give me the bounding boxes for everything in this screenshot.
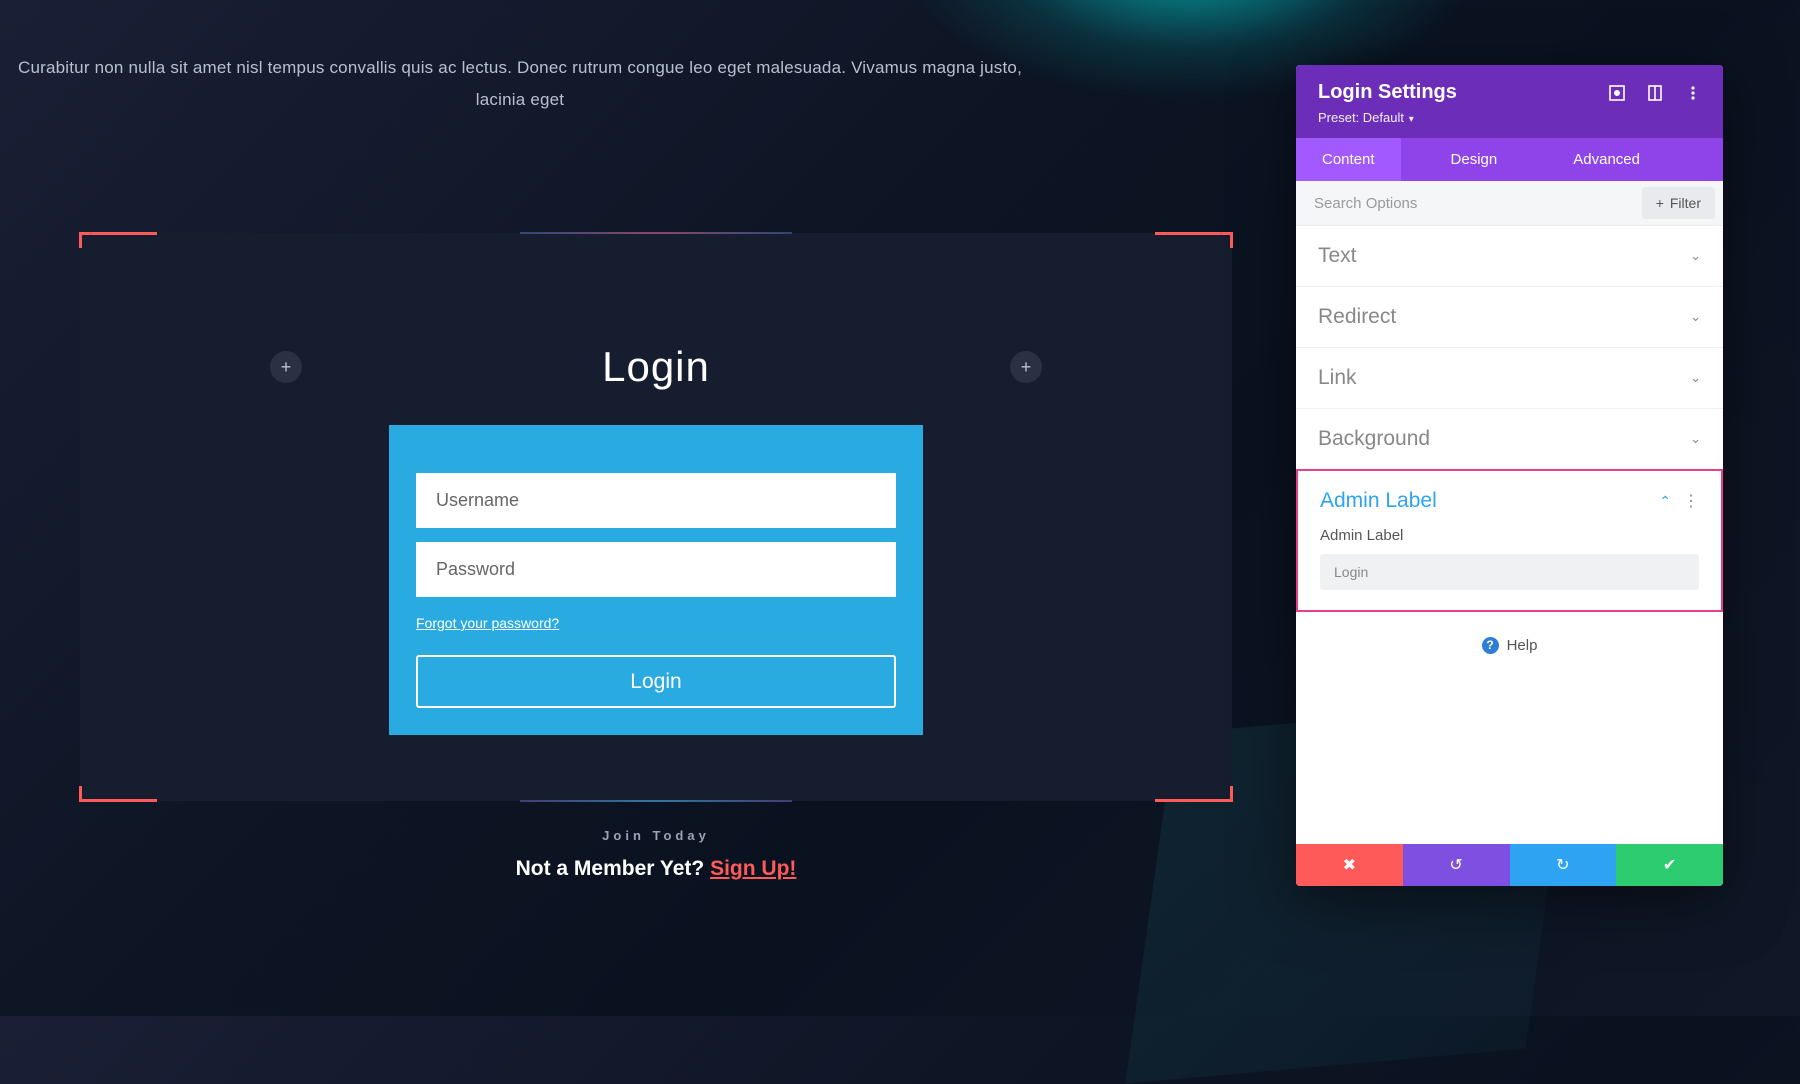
preset-dropdown[interactable]: Preset: Default ▾ (1318, 110, 1701, 125)
admin-label-body: Admin Label (1298, 527, 1721, 610)
selection-edge-bottom (520, 800, 792, 802)
join-eyebrow: Join Today (0, 828, 1312, 843)
expand-icon[interactable] (1647, 85, 1663, 101)
signup-link[interactable]: Sign Up! (710, 857, 796, 880)
add-module-left-button[interactable]: + (270, 351, 302, 383)
redo-icon: ↻ (1556, 855, 1569, 875)
panel-tabs: Content Design Advanced (1296, 138, 1723, 181)
selection-corner-bl (79, 799, 157, 802)
accordion-admin-label: Admin Label ⌃ ⋮ Admin Label (1296, 469, 1723, 612)
tab-design[interactable]: Design (1425, 138, 1524, 181)
search-row: + Filter (1296, 181, 1723, 226)
admin-label-input[interactable] (1320, 554, 1699, 590)
below-login-cta: Join Today Not a Member Yet? Sign Up! (0, 828, 1312, 881)
member-prompt: Not a Member Yet? Sign Up! (0, 857, 1312, 881)
accordion-text[interactable]: Text ⌄ (1296, 226, 1723, 287)
accordion-link[interactable]: Link ⌄ (1296, 348, 1723, 409)
search-options-input[interactable] (1296, 181, 1642, 225)
panel-footer: ✖ ↺ ↻ ✔ (1296, 844, 1723, 886)
tab-content[interactable]: Content (1296, 138, 1401, 181)
username-input[interactable] (416, 473, 896, 528)
kebab-menu-icon[interactable]: ⋮ (1683, 491, 1699, 511)
login-module-container: + + Login Forgot your password? Login (80, 233, 1232, 801)
preset-prefix: Preset: (1318, 110, 1363, 125)
login-title: Login (80, 343, 1232, 391)
preset-value: Default (1363, 110, 1404, 125)
login-form-card: Forgot your password? Login (389, 425, 923, 735)
redo-button[interactable]: ↻ (1510, 844, 1617, 886)
chevron-up-icon: ⌃ (1659, 493, 1671, 510)
chevron-down-icon: ⌄ (1690, 309, 1701, 325)
chevron-down-icon: ⌄ (1690, 248, 1701, 264)
undo-button[interactable]: ↺ (1403, 844, 1510, 886)
help-button[interactable]: ? Help (1482, 637, 1538, 654)
kebab-menu-icon[interactable] (1685, 85, 1701, 101)
admin-label-title: Admin Label (1320, 489, 1437, 513)
close-icon: ✖ (1343, 855, 1356, 875)
settings-panel: Login Settings Preset: Default ▾ Content… (1296, 65, 1723, 886)
add-module-right-button[interactable]: + (1010, 351, 1042, 383)
filter-button[interactable]: + Filter (1642, 187, 1715, 219)
cancel-button[interactable]: ✖ (1296, 844, 1403, 886)
accordion-redirect[interactable]: Redirect ⌄ (1296, 287, 1723, 348)
chevron-down-icon: ▾ (1406, 114, 1414, 125)
accordion-background-title: Background (1318, 427, 1430, 451)
help-icon: ? (1482, 637, 1499, 654)
save-button[interactable]: ✔ (1616, 844, 1723, 886)
selection-corner-br (1155, 799, 1233, 802)
panel-title: Login Settings (1318, 81, 1457, 104)
admin-label-field-label: Admin Label (1320, 527, 1699, 544)
chevron-down-icon: ⌄ (1690, 431, 1701, 447)
help-label: Help (1507, 637, 1538, 654)
plus-icon: + (1656, 195, 1664, 211)
accordion-background[interactable]: Background ⌄ (1296, 409, 1723, 470)
check-icon: ✔ (1663, 855, 1676, 875)
member-prompt-text: Not a Member Yet? (516, 857, 711, 880)
chevron-down-icon: ⌄ (1690, 370, 1701, 386)
snap-icon[interactable] (1609, 85, 1625, 101)
login-inner: + + Login Forgot your password? Login (80, 233, 1232, 735)
page-intro-text: Curabitur non nulla sit amet nisl tempus… (0, 52, 1040, 117)
undo-icon: ↺ (1449, 855, 1462, 875)
login-submit-button[interactable]: Login (416, 655, 896, 708)
accordion-text-title: Text (1318, 244, 1357, 268)
help-row: ? Help (1296, 612, 1723, 844)
accordion-redirect-title: Redirect (1318, 305, 1396, 329)
password-input[interactable] (416, 542, 896, 597)
panel-header[interactable]: Login Settings Preset: Default ▾ (1296, 65, 1723, 138)
filter-label: Filter (1670, 195, 1701, 211)
tab-advanced[interactable]: Advanced (1547, 138, 1666, 181)
forgot-password-link[interactable]: Forgot your password? (416, 615, 559, 631)
accordion-link-title: Link (1318, 366, 1357, 390)
admin-label-header[interactable]: Admin Label ⌃ ⋮ (1298, 471, 1721, 527)
